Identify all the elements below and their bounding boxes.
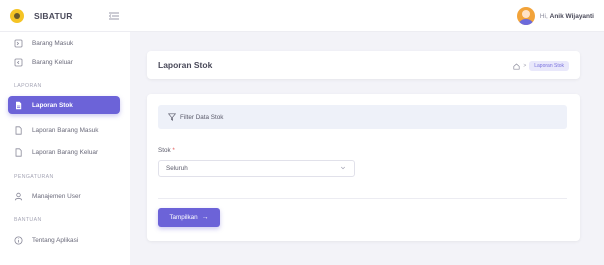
filter-card: Filter Data Stok Stok * Seluruh Tampilka… xyxy=(147,94,580,241)
avatar xyxy=(516,7,535,25)
file-icon xyxy=(14,125,23,135)
breadcrumb: > Laporan Stok xyxy=(513,61,569,71)
brand[interactable]: SIBATUR xyxy=(10,9,73,23)
user-name: Anik Wijayanti xyxy=(549,12,594,20)
sidebar-item-label: Tentang Aplikasi xyxy=(32,236,79,244)
sidebar-item-laporan-stok[interactable]: Laporan Stok xyxy=(8,96,120,114)
stok-select[interactable]: Seluruh xyxy=(158,160,355,177)
filter-header: Filter Data Stok xyxy=(158,105,567,129)
sidebar-item-label: Manajemen User xyxy=(32,192,81,200)
user-menu[interactable]: Hi, Anik Wijayanti xyxy=(516,7,594,25)
sidebar-item-tentang-aplikasi[interactable]: Tentang Aplikasi xyxy=(8,231,120,249)
logout-icon xyxy=(14,58,23,67)
section-header-laporan: LAPORAN xyxy=(14,83,42,89)
user-icon xyxy=(14,192,23,201)
page-title: Laporan Stok xyxy=(158,60,213,70)
sidebar-item-laporan-barang-masuk[interactable]: Laporan Barang Masuk xyxy=(8,121,120,139)
greeting-text: Hi, xyxy=(539,12,548,20)
sidebar-item-label: Laporan Barang Keluar xyxy=(32,148,99,156)
stok-label: Stok * xyxy=(158,147,175,154)
logo-icon xyxy=(10,9,24,23)
sidebar-item-label: Barang Keluar xyxy=(32,58,73,66)
section-header-bantuan: BANTUAN xyxy=(14,217,42,223)
menu-toggle-icon[interactable] xyxy=(108,9,120,21)
user-greeting: Hi, Anik Wijayanti xyxy=(540,13,594,20)
file-icon xyxy=(14,101,23,110)
sidebar-item-barang-masuk[interactable]: Barang Masuk xyxy=(8,34,120,52)
file-icon xyxy=(14,147,23,157)
home-icon[interactable] xyxy=(513,63,520,70)
info-icon xyxy=(14,236,23,245)
sidebar-item-manajemen-user[interactable]: Manajemen User xyxy=(8,187,120,205)
breadcrumb-separator: > xyxy=(523,63,527,69)
divider xyxy=(158,198,567,199)
login-icon xyxy=(14,39,23,48)
sidebar-item-label: Laporan Stok xyxy=(32,101,73,109)
sidebar-item-laporan-barang-keluar[interactable]: Laporan Barang Keluar xyxy=(8,143,120,161)
stok-label-text: Stok xyxy=(158,147,171,154)
sidebar-item-label: Barang Masuk xyxy=(32,39,74,47)
sidebar: Barang Masuk Barang Keluar LAPORAN Lapor… xyxy=(0,32,130,265)
page-header-card: Laporan Stok > Laporan Stok xyxy=(147,51,580,79)
arrow-right-icon: → xyxy=(201,214,209,221)
required-marker: * xyxy=(172,147,175,154)
sidebar-item-label: Laporan Barang Masuk xyxy=(32,126,99,134)
app-name: SIBATUR xyxy=(34,11,73,21)
section-header-pengaturan: PENGATURAN xyxy=(14,174,54,180)
filter-title: Filter Data Stok xyxy=(180,113,224,121)
top-bar: SIBATUR Hi, Anik Wijayanti xyxy=(0,0,604,32)
breadcrumb-current: Laporan Stok xyxy=(529,61,569,71)
tampilkan-button[interactable]: Tampilkan → xyxy=(158,208,220,227)
stok-select-value: Seluruh xyxy=(166,165,188,172)
sidebar-item-barang-keluar[interactable]: Barang Keluar xyxy=(8,53,120,71)
filter-icon xyxy=(168,113,176,121)
chevron-down-icon xyxy=(340,165,346,171)
tampilkan-label: Tampilkan xyxy=(169,214,198,221)
